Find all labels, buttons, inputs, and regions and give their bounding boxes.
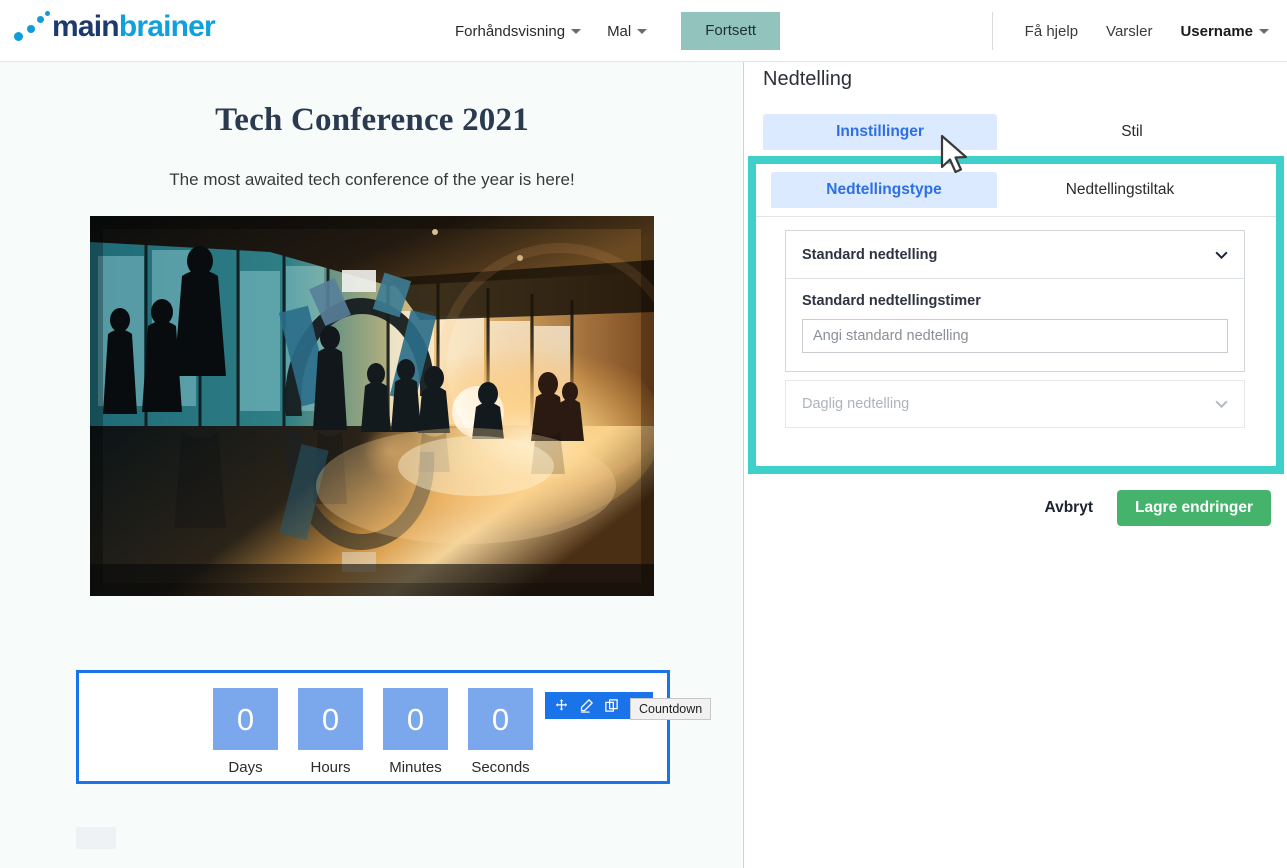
countdown-hours-field: Standard nedtellingstimer xyxy=(786,279,1244,371)
panel-actions: Avbryt Lagre endringer xyxy=(1040,490,1271,526)
panel-subtabs: Nedtellingstype Nedtellingstiltak xyxy=(771,172,1233,208)
countdown-cell-days: 0 Days xyxy=(213,688,278,776)
countdown-value-days: 0 xyxy=(213,688,278,750)
nav-divider xyxy=(991,12,993,50)
logo-wordmark: mainbrainer xyxy=(52,10,216,43)
page-title: Tech Conference 2021 xyxy=(215,102,529,138)
countdown-type-value: Standard nedtelling xyxy=(802,246,938,263)
subtab-countdown-action[interactable]: Nedtellingstiltak xyxy=(1007,172,1233,208)
logo-dots-icon xyxy=(12,10,52,44)
nav-item-template-label: Mal xyxy=(607,22,632,40)
tab-style[interactable]: Stil xyxy=(1015,114,1249,150)
countdown-label-minutes: Minutes xyxy=(389,759,442,776)
settings-panel: Nedtelling Innstillinger Stil Nedtelling… xyxy=(745,62,1287,868)
nav-item-preview-label: Forhåndsvisning xyxy=(455,22,566,40)
countdown-hours-input[interactable] xyxy=(802,319,1228,353)
panel-title: Nedtelling xyxy=(763,68,852,90)
edit-icon[interactable] xyxy=(579,698,594,713)
tab-settings[interactable]: Innstillinger xyxy=(763,114,997,150)
nav-item-notifications[interactable]: Varsler xyxy=(1106,23,1152,40)
logo-text-brainer: brainer xyxy=(118,10,216,43)
countdown-type-select[interactable]: Standard nedtelling xyxy=(786,231,1244,279)
countdown-type-card: Standard nedtelling Standard nedtellings… xyxy=(785,230,1245,372)
countdown-hours-label: Standard nedtellingstimer xyxy=(802,293,981,309)
placeholder-block xyxy=(76,827,116,849)
highlight-region: Nedtellingstype Nedtellingstiltak Standa… xyxy=(748,156,1284,474)
countdown-row: 0 Days 0 Hours 0 Minutes 0 Seconds xyxy=(79,673,667,776)
daily-countdown-value: Daglig nedtelling xyxy=(802,396,910,412)
countdown-value-seconds: 0 xyxy=(468,688,533,750)
brand-logo[interactable]: mainbrainer xyxy=(12,10,216,44)
hero-image-graphic xyxy=(90,216,654,596)
primary-nav: Forhåndsvisning Mal Fortsett xyxy=(455,0,781,62)
top-header: mainbrainer Forhåndsvisning Mal Fortsett… xyxy=(0,0,1287,62)
nav-item-preview[interactable]: Forhåndsvisning xyxy=(455,22,582,40)
nav-item-template[interactable]: Mal xyxy=(607,22,648,40)
countdown-value-minutes: 0 xyxy=(383,688,448,750)
save-changes-button[interactable]: Lagre endringer xyxy=(1117,490,1271,526)
hero-image[interactable] xyxy=(90,216,654,596)
countdown-value-hours: 0 xyxy=(298,688,363,750)
chevron-down-icon xyxy=(1215,251,1228,259)
countdown-widget[interactable]: 0 Days 0 Hours 0 Minutes 0 Seconds xyxy=(76,670,670,784)
chevron-down-icon xyxy=(571,28,582,34)
countdown-label-hours: Hours xyxy=(310,759,351,776)
subtab-countdown-type[interactable]: Nedtellingstype xyxy=(771,172,997,208)
page-subtitle: The most awaited tech conference of the … xyxy=(169,170,575,189)
logo-text-main: main xyxy=(52,10,120,43)
cancel-button[interactable]: Avbryt xyxy=(1040,493,1097,523)
widget-tooltip: Countdown xyxy=(630,698,712,720)
chevron-down-icon xyxy=(1259,28,1269,34)
nav-item-help[interactable]: Få hjelp xyxy=(1025,23,1078,40)
user-menu[interactable]: Username xyxy=(1180,23,1269,40)
email-canvas: Tech Conference 2021 The most awaited te… xyxy=(0,62,744,868)
countdown-cell-minutes: 0 Minutes xyxy=(383,688,448,776)
countdown-label-seconds: Seconds xyxy=(471,759,530,776)
countdown-cell-seconds: 0 Seconds xyxy=(468,688,533,776)
user-menu-label: Username xyxy=(1180,22,1253,40)
countdown-label-days: Days xyxy=(228,759,263,776)
chevron-down-icon xyxy=(1215,400,1228,408)
move-icon[interactable] xyxy=(554,698,569,713)
daily-countdown-select[interactable]: Daglig nedtelling xyxy=(785,380,1245,428)
secondary-nav: Få hjelp Varsler Username xyxy=(991,0,1269,62)
subtab-divider xyxy=(756,216,1276,217)
chevron-down-icon xyxy=(637,28,648,34)
continue-button[interactable]: Fortsett xyxy=(681,12,781,50)
duplicate-icon[interactable] xyxy=(604,698,619,713)
countdown-cell-hours: 0 Hours xyxy=(298,688,363,776)
panel-tabs: Innstillinger Stil xyxy=(763,114,1269,150)
